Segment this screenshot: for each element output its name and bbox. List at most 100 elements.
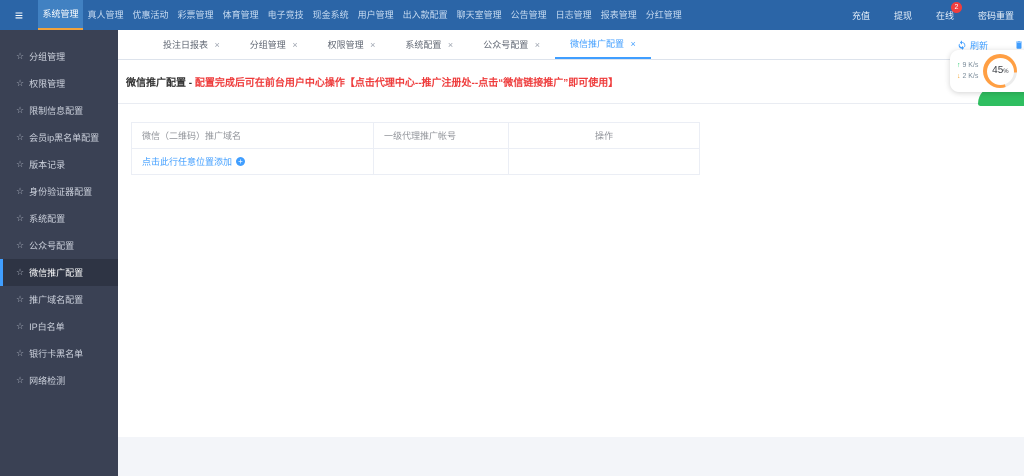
withdraw-link[interactable]: 提现 [894,9,912,22]
page-title-separator: - [186,78,195,89]
recharge-link[interactable]: 充值 [852,9,870,22]
agent-account-cell [373,148,509,175]
main-content: 投注日报表 × 分组管理 × 权限管理 × 系统配置 × 公众号配置 × 微信推… [118,30,1024,476]
top-nav-item[interactable]: 出入款配置 [398,0,452,30]
star-icon: ☆ [16,375,25,385]
top-nav-menu: 系统管理 真人管理 优惠活动 彩票管理 体育管理 电子竞技 现金系统 用户管理 … [38,0,686,30]
tab-label: 微信推广配置 [569,39,624,49]
network-speeds: ↑ 9 K/s ↓ 2 K/s [957,61,978,82]
tab-close-icon[interactable]: × [292,40,297,50]
sidebar-item[interactable]: ☆ 限制信息配置 [0,97,118,124]
sidebar-item-label: 分组管理 [29,52,66,62]
sidebar-item-label: 系统配置 [29,214,66,224]
actions-cell [508,148,700,175]
gauge-unit: % [1003,68,1009,75]
reset-password-link[interactable]: 密码重置 [978,9,1014,22]
star-icon: ☆ [16,51,25,61]
sidebar-item-label: 网络检测 [29,376,66,386]
upload-speed: 9 K/s [962,61,979,69]
top-navbar: ≡ 系统管理 真人管理 优惠活动 彩票管理 体育管理 电子竞技 现金系统 用户管… [0,0,1024,30]
online-label: 在线 [935,10,954,21]
column-header-domain: 微信（二维码）推广域名 [131,122,374,149]
sidebar-item-label: 版本记录 [29,160,66,170]
network-monitor-widget[interactable]: ↑ 9 K/s ↓ 2 K/s 45 % [950,50,1024,92]
top-nav-item[interactable]: 聊天室管理 [452,0,506,30]
sidebar-item-label: 权限管理 [29,79,66,89]
sidebar-item-label: 公众号配置 [29,241,75,251]
table-header-row: 微信（二维码）推广域名 一级代理推广帐号 操作 [131,122,700,149]
star-icon: ☆ [16,267,25,277]
table-row[interactable]: 点击此行任意位置添加 + [131,148,700,175]
page-tab[interactable]: 分组管理 × [235,30,313,59]
online-link[interactable]: 在线 2 [935,1,962,22]
top-nav-item[interactable]: 系统管理 [38,0,84,30]
sidebar-item-label: 推广域名配置 [29,295,84,305]
add-plus-icon: + [236,157,246,166]
sidebar-item[interactable]: ☆ 身份验证器配置 [0,178,118,205]
top-nav-item[interactable]: 日志管理 [551,0,596,30]
gauge-value: 45 [992,64,1004,76]
column-header-actions: 操作 [508,122,700,149]
sidebar-item[interactable]: ☆ 推广域名配置 [0,286,118,313]
wechat-promo-table: 微信（二维码）推广域名 一级代理推广帐号 操作 点击此行任意位置添加 + [131,122,700,175]
sidebar-item[interactable]: ☆ 分组管理 [0,43,118,70]
sidebar-item-label: 限制信息配置 [29,106,84,116]
sidebar-item[interactable]: ☆ IP白名单 [0,313,118,340]
page-title: 微信推广配置 - 配置完成后可在前台用户中心操作【点击代理中心--推广注册处--… [126,74,618,89]
top-nav-item[interactable]: 分红管理 [641,0,686,30]
star-icon: ☆ [16,294,25,304]
sidebar-item[interactable]: ☆ 会员ip黑名单配置 [0,124,118,151]
tab-close-icon[interactable]: × [448,40,453,50]
tab-close-icon[interactable]: × [631,39,636,49]
online-count-badge: 2 [950,1,962,13]
top-nav-item[interactable]: 优惠活动 [128,0,173,30]
top-nav-item[interactable]: 公告管理 [506,0,551,30]
sidebar: ☆ 分组管理 ☆ 权限管理 ☆ 限制信息配置 ☆ 会员ip黑名单配置 ☆ 版本记… [0,30,118,476]
star-icon: ☆ [16,159,25,169]
sidebar-item[interactable]: ☆ 微信推广配置 [0,259,118,286]
top-nav-item[interactable]: 用户管理 [353,0,398,30]
page-title-instruction: 配置完成后可在前台用户中心操作【点击代理中心--推广注册处--点击“微信链接推广… [194,78,619,89]
star-icon: ☆ [16,132,25,142]
star-icon: ☆ [16,348,25,358]
tab-close-icon[interactable]: × [535,40,540,50]
sidebar-item[interactable]: ☆ 版本记录 [0,151,118,178]
top-nav-item[interactable]: 体育管理 [218,0,263,30]
page-tab[interactable]: 微信推广配置 × [554,30,651,59]
tab-label: 公众号配置 [483,40,529,50]
hamburger-menu-icon[interactable]: ≡ [0,0,38,30]
star-icon: ☆ [16,321,25,331]
add-row-label: 点击此行任意位置添加 [142,157,233,167]
trash-icon [1016,41,1022,49]
tab-bar: 投注日报表 × 分组管理 × 权限管理 × 系统配置 × 公众号配置 × 微信推… [118,30,1024,60]
tab-label: 投注日报表 [163,40,209,50]
star-icon: ☆ [16,78,25,88]
tab-label: 系统配置 [405,40,442,50]
tab-close-icon[interactable]: × [215,40,220,50]
sidebar-item[interactable]: ☆ 网络检测 [0,367,118,394]
download-arrow-icon: ↓ [957,72,961,80]
page-background [118,437,1024,476]
top-nav-item[interactable]: 报表管理 [596,0,641,30]
sidebar-item-label: IP白名单 [29,322,65,332]
page-tab[interactable]: 系统配置 × [390,30,468,59]
top-nav-item[interactable]: 真人管理 [83,0,128,30]
sidebar-item[interactable]: ☆ 公众号配置 [0,232,118,259]
open-tabs: 投注日报表 × 分组管理 × 权限管理 × 系统配置 × 公众号配置 × 微信推… [148,30,651,59]
content-divider [118,103,1024,104]
star-icon: ☆ [16,213,25,223]
navbar-right-actions: 充值 提现 在线 2 密码重置 [852,0,1024,30]
page-title-name: 微信推广配置 [126,78,186,89]
top-nav-item[interactable]: 现金系统 [308,0,353,30]
star-icon: ☆ [16,186,25,196]
page-tab[interactable]: 投注日报表 × [148,30,235,59]
page-tab[interactable]: 公众号配置 × [468,30,555,59]
sidebar-item[interactable]: ☆ 银行卡黑名单 [0,340,118,367]
top-nav-item[interactable]: 电子竞技 [263,0,308,30]
sidebar-item[interactable]: ☆ 系统配置 [0,205,118,232]
top-nav-item[interactable]: 彩票管理 [173,0,218,30]
sidebar-item[interactable]: ☆ 权限管理 [0,70,118,97]
tab-close-icon[interactable]: × [370,40,375,50]
add-row-link[interactable]: 点击此行任意位置添加 + [142,155,246,168]
page-tab[interactable]: 权限管理 × [313,30,391,59]
